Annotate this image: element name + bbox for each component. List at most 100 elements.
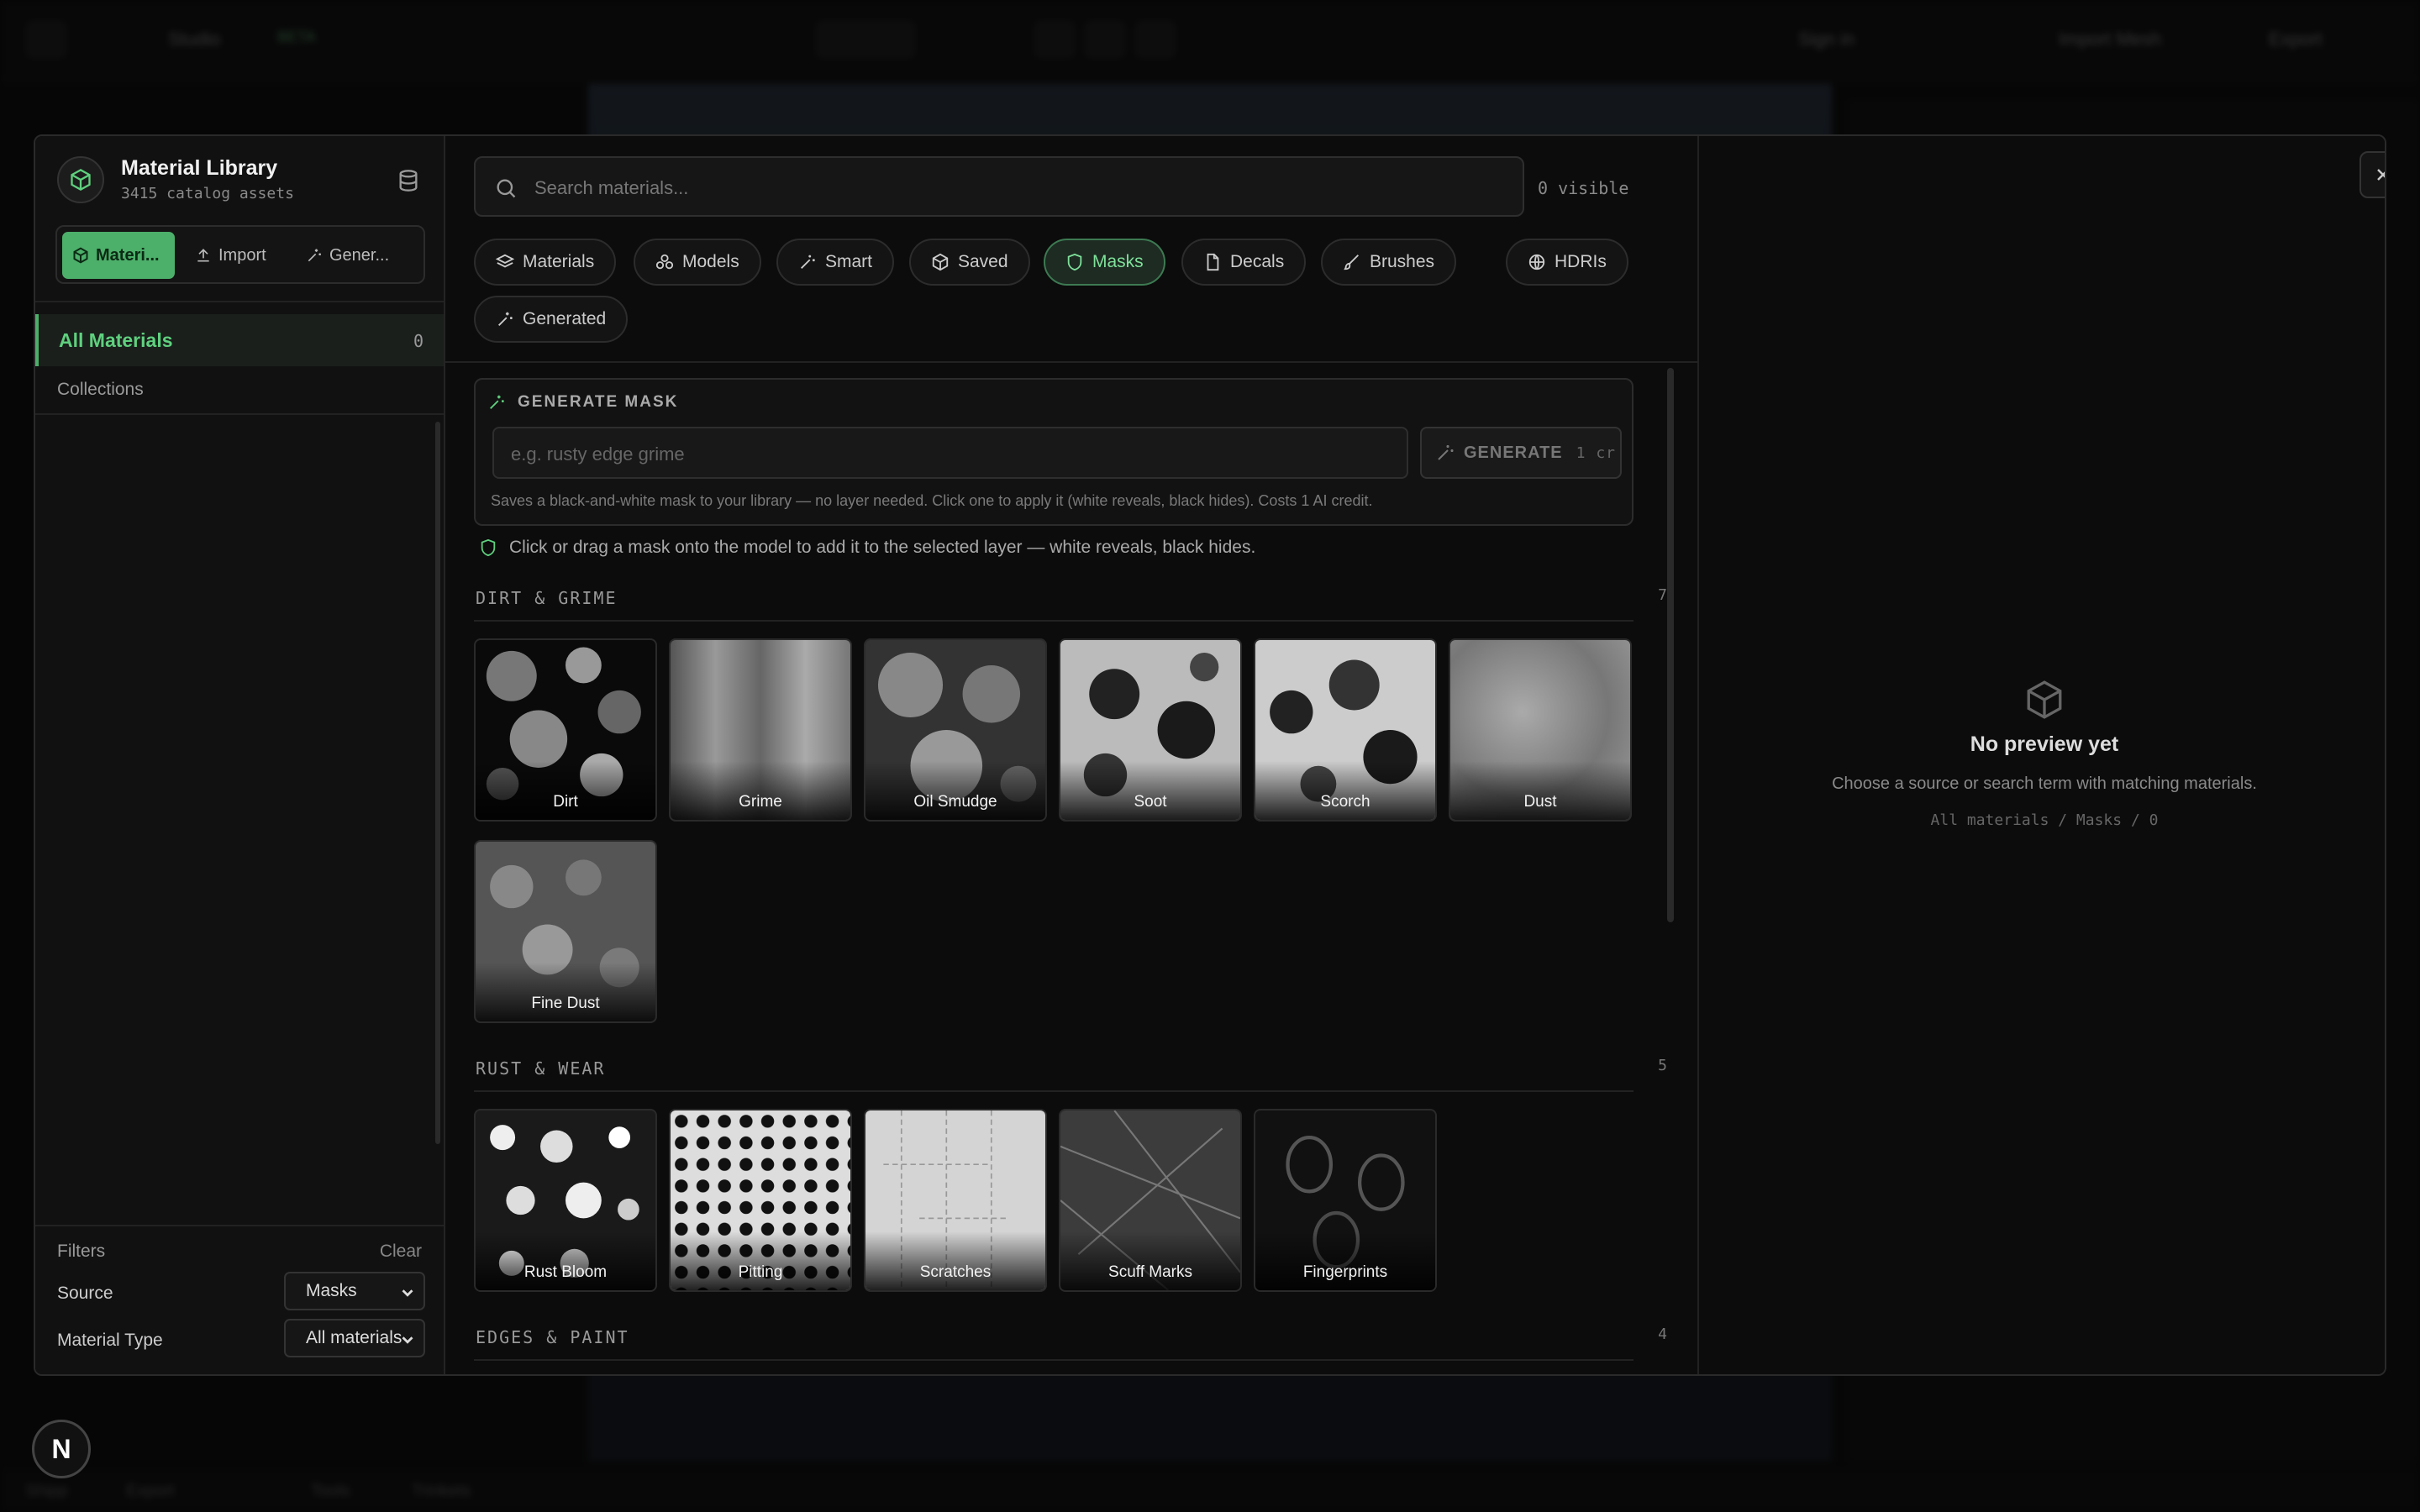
tab-label: Models: [682, 252, 739, 271]
chevron-down-icon: [402, 1336, 413, 1344]
section-title-edges-paint: EDGES & PAINT: [476, 1327, 629, 1347]
mask-tile-dirt[interactable]: Dirt: [474, 638, 657, 822]
generate-prompt-input[interactable]: e.g. rusty edge grime: [492, 427, 1408, 479]
mask-label: Dust: [1523, 793, 1557, 811]
mask-tile-rust-bloom[interactable]: Rust Bloom: [474, 1109, 657, 1292]
library-subtitle: 3415 catalog assets: [121, 185, 294, 202]
preview-panel: No preview yet Choose a source or search…: [1697, 136, 2385, 1374]
mask-label: Soot: [1134, 793, 1167, 811]
mask-label: Dirt: [553, 793, 578, 811]
tab-label: HDRIs: [1555, 252, 1607, 271]
material-type-label: Material Type: [57, 1331, 163, 1350]
upload-icon: [197, 249, 209, 262]
mask-tile-scuff-marks[interactable]: Scuff Marks: [1059, 1109, 1242, 1292]
tab-brushes[interactable]: Brushes: [1321, 239, 1457, 286]
mask-tile-oil-smudge[interactable]: Oil Smudge: [864, 638, 1047, 822]
clear-filters-button[interactable]: Clear: [380, 1242, 422, 1262]
mode-materials-button[interactable]: Materi...: [62, 232, 175, 279]
material-browser: Search materials... 0 visible Materials …: [445, 136, 1697, 1374]
section-title-dirt-grime: DIRT & GRIME: [476, 588, 618, 608]
mode-import-button[interactable]: Import: [185, 232, 289, 279]
search-placeholder: Search materials...: [534, 177, 689, 198]
visible-count: 0 visible: [1538, 178, 1629, 198]
tab-label: Decals: [1230, 252, 1285, 271]
divider: [35, 301, 444, 302]
mask-tile-grime[interactable]: Grime: [669, 638, 852, 822]
all-materials-count: 0: [413, 331, 424, 351]
shield-icon: [481, 538, 496, 557]
brush-icon: [1344, 255, 1359, 270]
material-library-modal: Material Library 3415 catalog assets Mat…: [34, 134, 2386, 1376]
all-materials-item[interactable]: All Materials 0: [35, 314, 444, 366]
shapes-icon: [655, 254, 674, 270]
section-title-rust-wear: RUST & WEAR: [476, 1058, 606, 1079]
library-sidebar: Material Library 3415 catalog assets Mat…: [35, 136, 445, 1374]
generate-placeholder: e.g. rusty edge grime: [511, 444, 685, 465]
mask-tile-dust[interactable]: Dust: [1449, 638, 1632, 822]
section-count: 7: [1658, 586, 1667, 604]
tab-label: Materials: [523, 252, 595, 271]
cube-icon: [57, 156, 104, 203]
globe-icon: [1528, 254, 1545, 270]
mode-label: Materi...: [96, 245, 160, 265]
divider: [474, 620, 1634, 622]
wand-icon: [1438, 445, 1454, 460]
tab-label: Masks: [1092, 252, 1144, 271]
mask-label: Scratches: [919, 1263, 992, 1281]
section-count: 5: [1658, 1057, 1667, 1074]
tab-models[interactable]: Models: [634, 239, 761, 286]
generate-label: GENERATE: [1464, 443, 1563, 462]
mode-label: Import: [218, 245, 266, 265]
mask-tile-pitting[interactable]: Pitting: [669, 1109, 852, 1292]
mask-tile-fingerprints[interactable]: Fingerprints: [1254, 1109, 1437, 1292]
tab-label: Brushes: [1370, 252, 1435, 271]
mode-generate-button[interactable]: Gener...: [296, 232, 422, 279]
cube-icon: [2027, 680, 2062, 719]
collections-heading[interactable]: Collections: [57, 380, 144, 400]
tab-decals[interactable]: Decals: [1181, 239, 1307, 286]
close-button[interactable]: [2360, 151, 2385, 198]
mask-tile-scorch[interactable]: Scorch: [1254, 638, 1437, 822]
material-type-value: All materials: [306, 1328, 402, 1347]
section-count: 4: [1658, 1326, 1667, 1343]
preview-empty-subtitle: Choose a source or search term with matc…: [1832, 774, 2257, 793]
divider: [474, 1359, 1634, 1361]
all-materials-label: All Materials: [59, 329, 173, 351]
box-icon: [932, 253, 949, 271]
content-scrollbar[interactable]: [1667, 368, 1674, 922]
material-type-select[interactable]: All materials: [284, 1319, 425, 1357]
mask-tile-fine-dust[interactable]: Fine Dust: [474, 840, 657, 1023]
database-icon[interactable]: [397, 168, 420, 197]
generate-button[interactable]: GENERATE 1 cr: [1420, 427, 1622, 479]
mode-label: Gener...: [329, 245, 390, 265]
tab-label: Smart: [825, 252, 873, 271]
tab-hdris[interactable]: HDRIs: [1506, 239, 1628, 286]
sidebar-scrollbar[interactable]: [435, 422, 440, 1144]
layers-icon: [496, 254, 514, 268]
tab-smart[interactable]: Smart: [776, 239, 895, 286]
wand-icon: [801, 255, 815, 269]
sparkles-icon: [308, 249, 321, 262]
divider: [445, 361, 1697, 363]
generate-note: Saves a black-and-white mask to your lib…: [491, 492, 1373, 509]
mask-tile-scratches[interactable]: Scratches: [864, 1109, 1047, 1292]
generate-mask-heading: GENERATE MASK: [487, 393, 678, 412]
filters-heading: Filters: [57, 1242, 106, 1261]
tab-saved[interactable]: Saved: [909, 239, 1030, 286]
chevron-down-icon: [402, 1289, 413, 1297]
tab-generated[interactable]: Generated: [474, 296, 629, 343]
sparkles-icon: [490, 395, 504, 409]
tab-materials[interactable]: Materials: [474, 239, 617, 286]
sticker-icon: [1207, 253, 1219, 271]
mask-tile-soot[interactable]: Soot: [1059, 638, 1242, 822]
sparkles-icon: [498, 312, 513, 326]
search-icon: [497, 179, 516, 198]
mask-label: Scorch: [1320, 793, 1370, 811]
mask-label: Grime: [739, 793, 782, 811]
source-select[interactable]: Masks: [284, 1272, 425, 1310]
cube-icon: [73, 247, 88, 264]
avatar[interactable]: N: [32, 1420, 91, 1478]
tab-masks[interactable]: Masks: [1044, 239, 1165, 286]
preview-path: All materials / Masks / 0: [1930, 811, 2159, 829]
search-input[interactable]: Search materials...: [474, 156, 1524, 217]
